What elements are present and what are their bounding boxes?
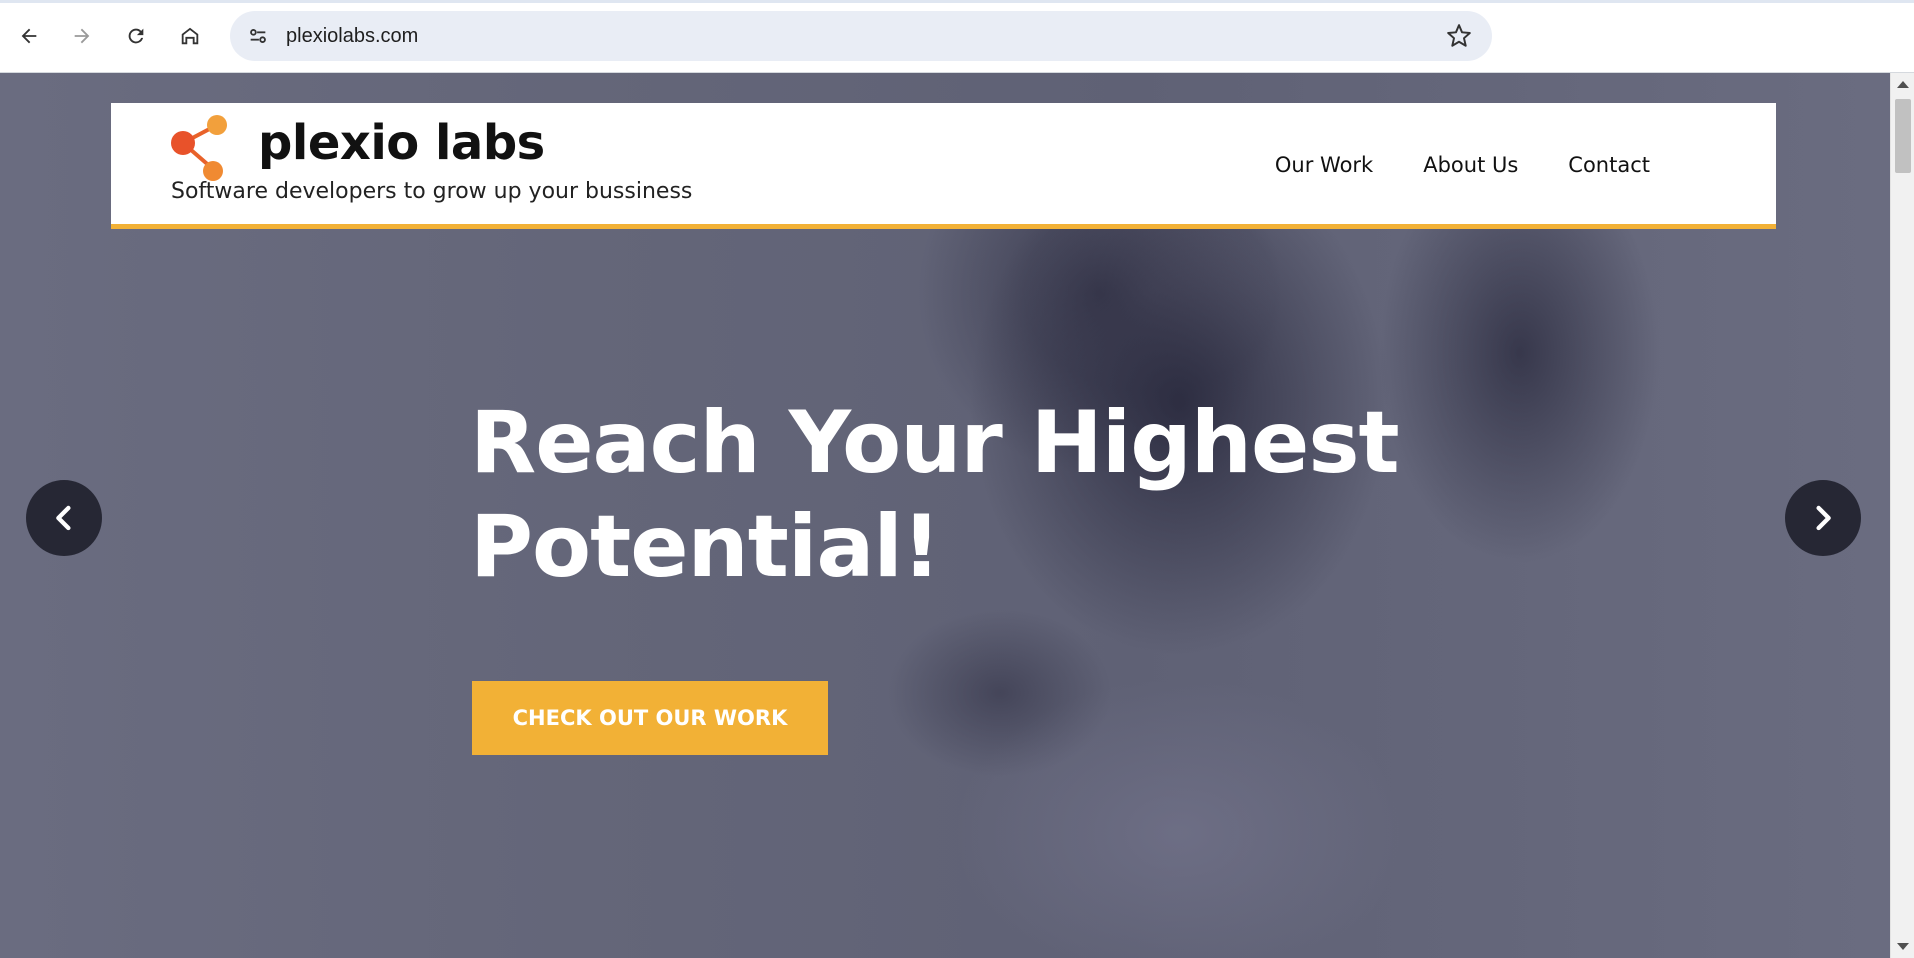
scroll-thumb[interactable] xyxy=(1895,99,1911,173)
check-out-our-work-button[interactable]: CHECK OUT OUR WORK xyxy=(472,681,828,755)
hero-headline: Reach Your Highest Potential! xyxy=(470,391,1470,599)
back-button[interactable] xyxy=(11,18,47,54)
tab-strip-edge xyxy=(0,0,1914,3)
nav-link-about-us[interactable]: About Us xyxy=(1423,153,1518,177)
browser-toolbar: plexiolabs.com xyxy=(0,0,1914,73)
page-viewport: plexio labs Software developers to grow … xyxy=(0,73,1890,958)
home-icon xyxy=(181,27,199,45)
nav-link-our-work[interactable]: Our Work xyxy=(1275,153,1373,177)
page-scrollbar[interactable] xyxy=(1890,73,1914,958)
scroll-down-arrow-icon[interactable] xyxy=(1897,943,1909,950)
address-bar[interactable]: plexiolabs.com xyxy=(230,11,1492,61)
arrow-right-icon xyxy=(74,28,90,44)
share-network-icon[interactable] xyxy=(169,109,239,189)
arrow-left-icon xyxy=(21,28,37,44)
home-button[interactable] xyxy=(172,18,208,54)
url-text[interactable]: plexiolabs.com xyxy=(286,25,418,48)
nav-link-contact[interactable]: Contact xyxy=(1568,153,1650,177)
brand-tagline: Software developers to grow up your buss… xyxy=(171,179,693,204)
chevron-left-icon xyxy=(56,505,71,531)
carousel-prev-button[interactable] xyxy=(26,480,102,556)
reload-button[interactable] xyxy=(118,18,154,54)
chevron-right-icon xyxy=(1816,505,1831,531)
forward-button[interactable] xyxy=(64,18,100,54)
hero-headline-line-1: Reach Your Highest xyxy=(470,393,1400,493)
site-header: plexio labs Software developers to grow … xyxy=(111,103,1776,229)
star-icon[interactable] xyxy=(1446,23,1472,49)
carousel-next-button[interactable] xyxy=(1785,480,1861,556)
main-navigation: Our Work About Us Contact xyxy=(1275,153,1650,177)
hero-headline-line-2: Potential! xyxy=(470,497,941,597)
scroll-up-arrow-icon[interactable] xyxy=(1897,81,1909,88)
reload-icon xyxy=(128,28,144,44)
tune-icon[interactable] xyxy=(244,22,272,50)
brand-name[interactable]: plexio labs xyxy=(258,115,545,171)
